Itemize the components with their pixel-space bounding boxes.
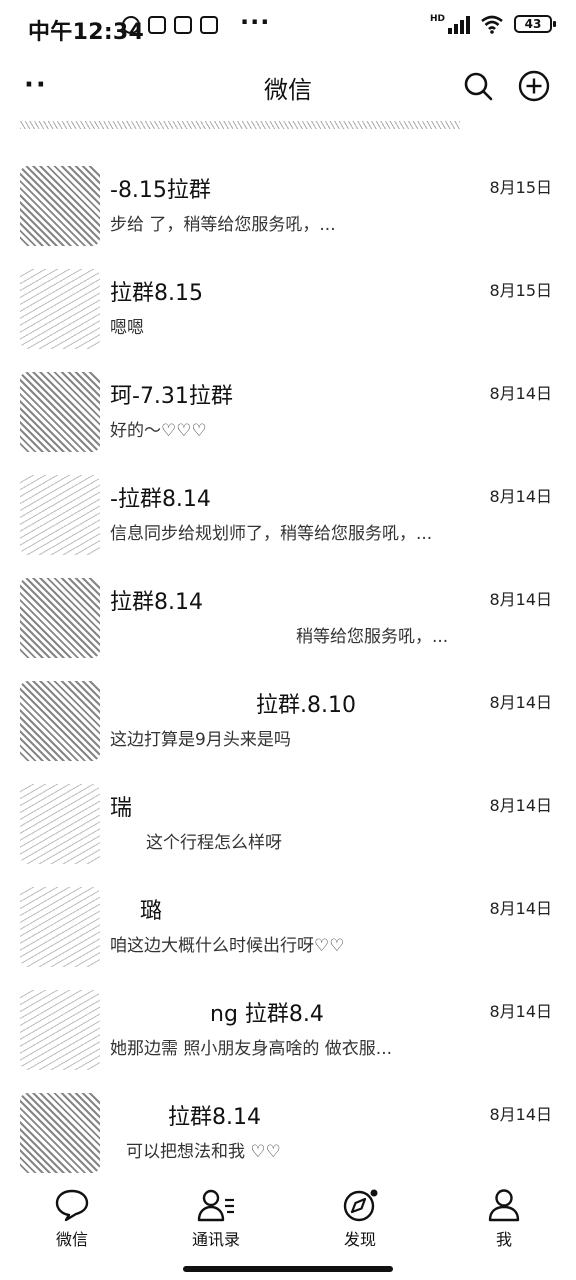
chat-name: -8.15拉群 bbox=[110, 178, 211, 203]
chat-item[interactable]: 璐 咱这边大概什么时候出行呀♡♡ 8月14日 bbox=[0, 875, 576, 979]
status-notification-icons bbox=[122, 16, 218, 34]
tab-chats[interactable]: 微信 bbox=[22, 1188, 122, 1250]
chat-preview: 嗯嗯 bbox=[110, 318, 144, 338]
chat-date: 8月14日 bbox=[489, 590, 552, 609]
chat-date: 8月14日 bbox=[489, 899, 552, 918]
chat-name: 拉群8.15 bbox=[110, 281, 203, 306]
avatar bbox=[20, 887, 100, 967]
avatar bbox=[20, 578, 100, 658]
chat-item[interactable]: 拉群.8.10 这边打算是9月头来是吗 8月14日 bbox=[0, 669, 576, 773]
chat-item[interactable]: ng 拉群8.4 她那边需 照小朋友身高啥的 做衣服... 8月14日 bbox=[0, 978, 576, 1082]
avatar bbox=[20, 990, 100, 1070]
chat-date: 8月14日 bbox=[489, 796, 552, 815]
chat-preview: 稍等给您服务吼，... bbox=[296, 627, 449, 647]
chat-preview: 步给 了，稍等给您服务吼，... bbox=[110, 215, 336, 235]
signal-icon: HD bbox=[430, 14, 470, 34]
chat-item[interactable]: -拉群8.14 信息同步给规划师了，稍等给您服务吼，... 8月14日 bbox=[0, 463, 576, 567]
status-more-icon: ··· bbox=[240, 8, 271, 36]
chat-name: 拉群8.14 bbox=[110, 590, 203, 615]
battery-icon: 43 bbox=[514, 15, 556, 33]
avatar bbox=[20, 681, 100, 761]
chat-item[interactable]: 珂-7.31拉群 好的～♡♡♡ 8月14日 bbox=[0, 360, 576, 464]
tab-me[interactable]: 我 bbox=[454, 1188, 554, 1250]
avatar bbox=[20, 372, 100, 452]
network-label: HD bbox=[429, 14, 445, 24]
add-icon[interactable] bbox=[518, 70, 550, 102]
avatar bbox=[20, 475, 100, 555]
wifi-icon bbox=[481, 15, 503, 34]
bottom-tab-bar: 微信 通讯录 发现 我 bbox=[0, 1180, 576, 1280]
app-notification-icon bbox=[148, 16, 166, 34]
chat-name: 瑞 bbox=[110, 796, 133, 821]
chat-preview: 好的～♡♡♡ bbox=[110, 421, 207, 441]
chat-name: -拉群8.14 bbox=[110, 487, 211, 512]
mute-icon bbox=[122, 16, 140, 34]
person-icon bbox=[488, 1189, 520, 1222]
top-nav-bar: ·· 微信 bbox=[0, 58, 576, 114]
tab-label: 微信 bbox=[55, 1230, 88, 1249]
tab-label: 我 bbox=[495, 1230, 512, 1249]
chat-preview: 可以把想法和我 ♡♡ bbox=[126, 1142, 281, 1162]
contacts-icon bbox=[197, 1189, 234, 1222]
search-icon[interactable] bbox=[462, 70, 494, 102]
status-right-icons: HD 43 bbox=[430, 14, 556, 34]
chat-icon bbox=[55, 1189, 89, 1222]
chat-item[interactable]: 拉群8.14 稍等给您服务吼，... 8月14日 bbox=[0, 566, 576, 670]
chat-date: 8月15日 bbox=[489, 281, 552, 300]
chat-preview: 她那边需 照小朋友身高啥的 做衣服... bbox=[110, 1039, 393, 1059]
avatar bbox=[20, 784, 100, 864]
shield-notification-icon bbox=[200, 16, 218, 34]
chat-name: 拉群8.14 bbox=[168, 1105, 261, 1130]
chat-list[interactable]: -8.15拉群 步给 了，稍等给您服务吼，... 8月15日 拉群8.15 嗯嗯… bbox=[0, 114, 576, 1180]
chat-date: 8月14日 bbox=[489, 487, 552, 506]
chat-item[interactable]: -8.15拉群 步给 了，稍等给您服务吼，... 8月15日 bbox=[0, 154, 576, 258]
avatar bbox=[20, 269, 100, 349]
tab-label: 通讯录 bbox=[191, 1230, 240, 1249]
chat-item[interactable]: 拉群8.15 嗯嗯 8月15日 bbox=[0, 257, 576, 361]
message-notification-icon bbox=[174, 16, 192, 34]
chat-name: 拉群.8.10 bbox=[256, 693, 356, 718]
tab-discover[interactable]: 发现 bbox=[310, 1188, 410, 1250]
chat-date: 8月14日 bbox=[489, 693, 552, 712]
compass-icon bbox=[343, 1189, 378, 1222]
avatar bbox=[20, 166, 100, 246]
scrolled-item-fragment bbox=[20, 114, 460, 129]
chat-date: 8月14日 bbox=[489, 1105, 552, 1124]
chat-preview: 这边打算是9月头来是吗 bbox=[110, 730, 291, 750]
tab-label: 发现 bbox=[343, 1230, 376, 1249]
chat-name: ng 拉群8.4 bbox=[210, 1002, 324, 1027]
tab-contacts[interactable]: 通讯录 bbox=[166, 1188, 266, 1250]
chat-item[interactable]: 瑞 这个行程怎么样呀 8月14日 bbox=[0, 772, 576, 876]
chat-preview: 这个行程怎么样呀 bbox=[146, 833, 282, 853]
chat-name: 璐 bbox=[140, 899, 163, 924]
chat-date: 8月14日 bbox=[489, 1002, 552, 1021]
chat-date: 8月14日 bbox=[489, 384, 552, 403]
battery-level: 43 bbox=[524, 17, 542, 31]
chat-name: 珂-7.31拉群 bbox=[110, 384, 233, 409]
chat-preview: 咱这边大概什么时候出行呀♡♡ bbox=[110, 936, 345, 956]
chat-date: 8月15日 bbox=[489, 178, 552, 197]
home-indicator[interactable] bbox=[183, 1266, 393, 1272]
avatar bbox=[20, 1093, 100, 1173]
status-bar: 中午12:34 ··· HD 43 bbox=[0, 0, 576, 58]
chat-item[interactable]: 拉群8.14 可以把想法和我 ♡♡ 8月14日 bbox=[0, 1081, 576, 1180]
chat-preview: 信息同步给规划师了，稍等给您服务吼，... bbox=[110, 524, 433, 544]
